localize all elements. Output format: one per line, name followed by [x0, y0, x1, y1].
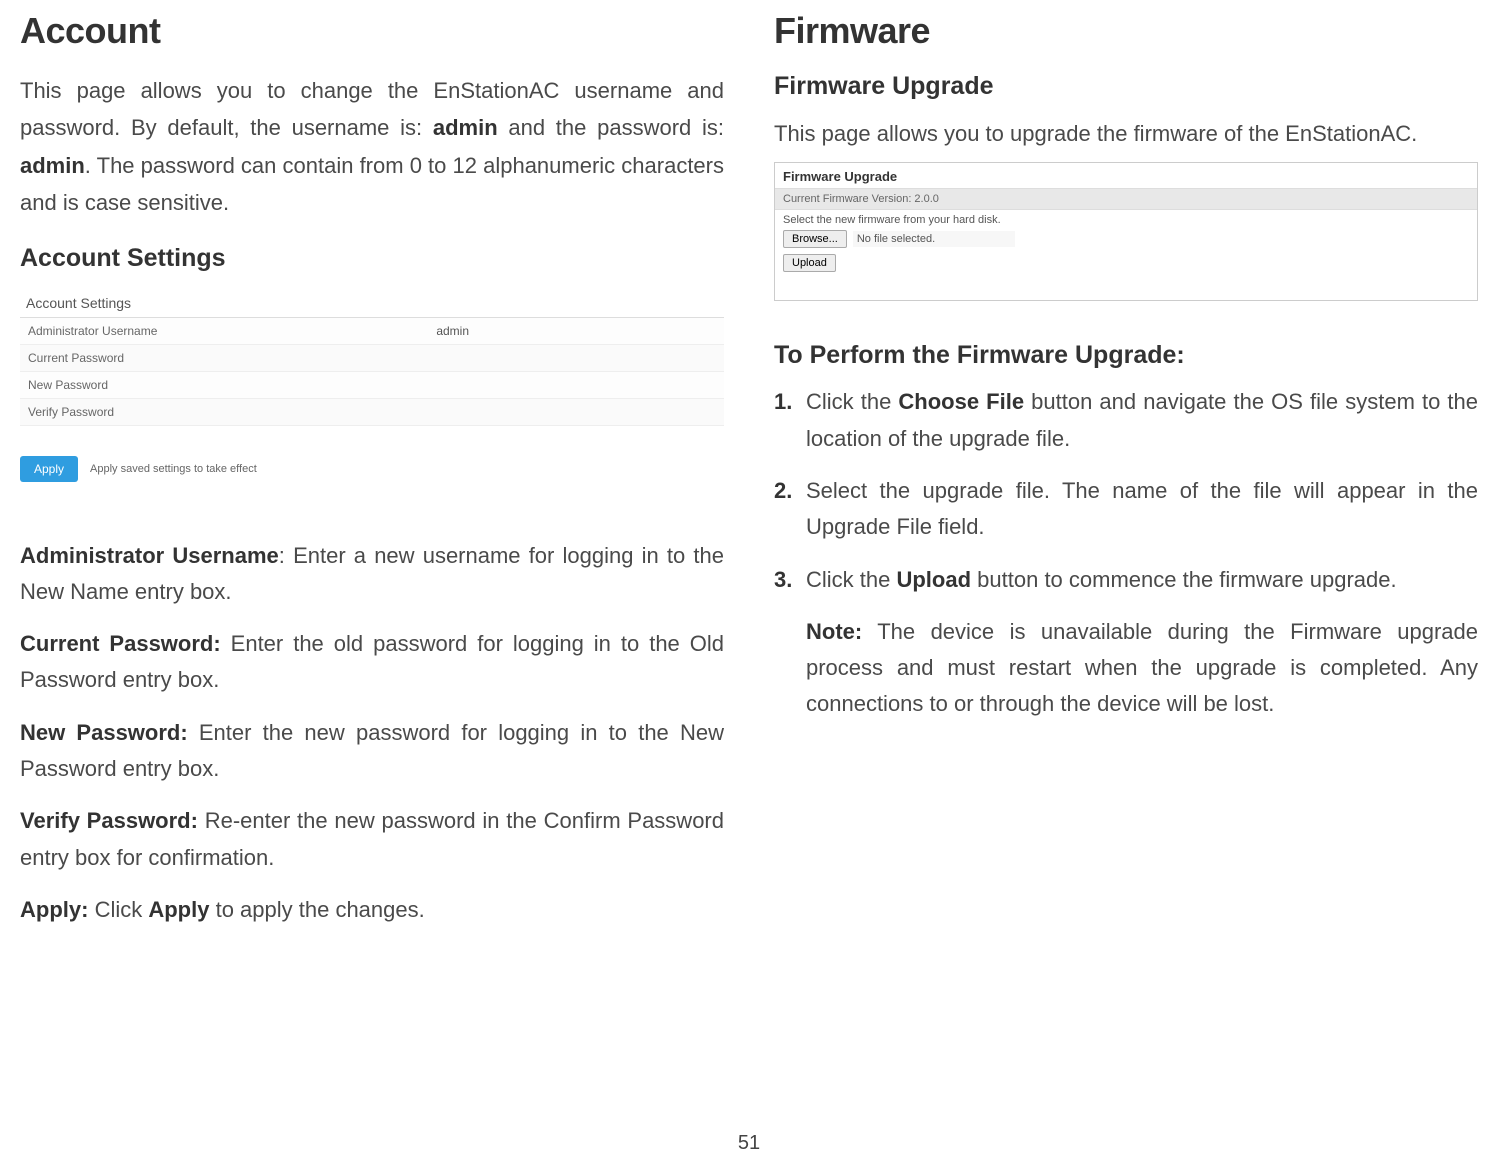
field-label: New Password:	[20, 720, 188, 745]
left-column: Account This page allows you to change t…	[20, 10, 724, 928]
text: Click the	[806, 389, 898, 414]
firmware-version-line: Current Firmware Version: 2.0.0	[775, 188, 1477, 210]
step-3: Click the Upload button to commence the …	[774, 562, 1478, 598]
no-file-label: No file selected.	[853, 231, 1015, 247]
choose-file-label: Choose File	[898, 389, 1024, 414]
account-settings-panel: Account Settings Administrator Username …	[20, 287, 724, 482]
field-label: Verify Password:	[20, 808, 198, 833]
row-label: New Password	[20, 372, 428, 398]
firmware-intro: This page allows you to upgrade the firm…	[774, 115, 1478, 152]
apply-note: Apply saved settings to take effect	[90, 463, 257, 475]
browse-row: Browse... No file selected.	[775, 228, 1477, 250]
field-label: Current Password:	[20, 631, 221, 656]
firmware-select-line: Select the new firmware from your hard d…	[775, 210, 1477, 228]
table-row: Administrator Username admin	[20, 318, 724, 345]
upgrade-steps: Click the Choose File button and navigat…	[774, 384, 1478, 597]
text: Click the	[806, 567, 896, 592]
row-value[interactable]: admin	[428, 318, 724, 344]
account-heading: Account	[20, 10, 724, 52]
row-label: Administrator Username	[20, 318, 428, 344]
account-settings-subhead: Account Settings	[20, 244, 724, 273]
browse-button[interactable]: Browse...	[783, 230, 847, 248]
upload-label: Upload	[896, 567, 971, 592]
field-new-password: New Password: Enter the new password for…	[20, 715, 724, 788]
text: . The password can contain from 0 to 12 …	[20, 153, 724, 215]
text: Select the upgrade file. The name of the…	[806, 478, 1478, 539]
field-verify-password: Verify Password: Re-enter the new passwo…	[20, 803, 724, 876]
firmware-upgrade-panel: Firmware Upgrade Current Firmware Versio…	[774, 162, 1478, 301]
table-row: New Password	[20, 372, 724, 399]
firmware-upgrade-subhead: Firmware Upgrade	[774, 72, 1478, 101]
note-text: The device is unavailable during the Fir…	[806, 619, 1478, 717]
field-admin-username: Administrator Username: Enter a new user…	[20, 538, 724, 611]
field-current-password: Current Password: Enter the old password…	[20, 626, 724, 699]
row-value[interactable]	[428, 372, 724, 398]
table-row: Current Password	[20, 345, 724, 372]
upload-button[interactable]: Upload	[783, 254, 836, 272]
page-number: 51	[738, 1132, 760, 1155]
firmware-heading: Firmware	[774, 10, 1478, 52]
default-password: admin	[20, 153, 85, 178]
step-1: Click the Choose File button and navigat…	[774, 384, 1478, 457]
panel-title: Account Settings	[20, 287, 724, 318]
field-label: Administrator Username	[20, 543, 279, 568]
upgrade-note: Note: The device is unavailable during t…	[774, 614, 1478, 723]
apply-row: Apply Apply saved settings to take effec…	[20, 456, 724, 482]
text: and the password is:	[498, 115, 724, 140]
field-label: Apply:	[20, 897, 88, 922]
row-label: Verify Password	[20, 399, 428, 425]
row-label: Current Password	[20, 345, 428, 371]
row-value[interactable]	[428, 345, 724, 371]
right-column: Firmware Firmware Upgrade This page allo…	[774, 10, 1478, 928]
field-text: Click	[88, 897, 148, 922]
note-label: Note:	[806, 619, 862, 644]
default-username: admin	[433, 115, 498, 140]
apply-button[interactable]: Apply	[20, 456, 78, 482]
table-row: Verify Password	[20, 399, 724, 426]
perform-upgrade-subhead: To Perform the Firmware Upgrade:	[774, 341, 1478, 370]
field-text: to apply the changes.	[209, 897, 424, 922]
account-intro: This page allows you to change the EnSta…	[20, 72, 724, 222]
field-apply: Apply: Click Apply to apply the changes.	[20, 892, 724, 928]
panel-title: Firmware Upgrade	[775, 163, 1477, 188]
field-bold: Apply	[148, 897, 209, 922]
text: button to commence the firmware upgrade.	[971, 567, 1397, 592]
step-2: Select the upgrade file. The name of the…	[774, 473, 1478, 546]
row-value[interactable]	[428, 399, 724, 425]
